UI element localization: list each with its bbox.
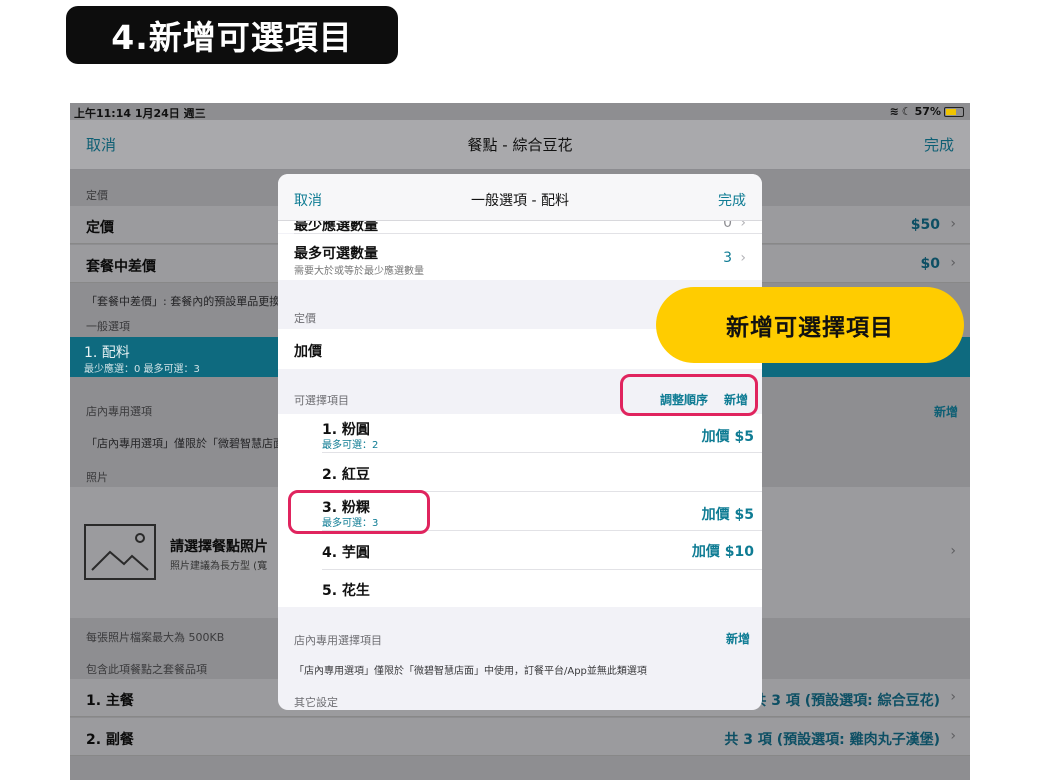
option-item[interactable]: 2. 紅豆 — [322, 453, 762, 491]
bg-store-section: 店內專用選項 — [86, 405, 152, 418]
modal-min-label: 最少應選數量 — [294, 221, 378, 233]
title-tag: 4.新增可選項目 — [66, 6, 398, 64]
bg-row-value: 共 3 項 (預設選項: 綜合豆花) — [752, 693, 940, 709]
bg-photo-section: 照片 — [86, 471, 108, 484]
chevron-right-icon: › — [950, 689, 956, 705]
option-price: 加價 $5 — [701, 507, 754, 523]
bg-store-note: 「店內專用選項」僅限於「微碧智慧店面」 — [86, 437, 295, 450]
bg-row-label: 1. 主餐 — [86, 693, 134, 709]
chevron-right-icon: › — [950, 728, 956, 744]
wifi-icon: ≋ — [889, 105, 899, 118]
modal-min-row[interactable]: 最少應選數量 0 › — [278, 221, 762, 233]
modal-options-section: 可選擇項目 — [294, 394, 349, 407]
status-right: ≋ ☾ 57% — [890, 105, 964, 118]
bg-store-add-button[interactable]: 新增 — [934, 403, 958, 420]
highlight-reorder-add — [620, 374, 758, 416]
modal-max-sub: 需要大於或等於最少應選數量 — [294, 266, 424, 277]
modal-price-label: 加價 — [294, 344, 322, 360]
options-modal: 取消 一般選項 - 配料 完成 最少應選數量 0 › 最多可選數量 需要大於或等… — [278, 174, 762, 710]
modal-price-section: 定價 — [294, 312, 316, 325]
chevron-right-icon: › — [950, 255, 956, 271]
modal-title: 一般選項 - 配料 — [471, 193, 569, 209]
option-price: 加價 $5 — [701, 429, 754, 445]
bg-row-label: 定價 — [86, 220, 114, 236]
chevron-right-icon: › — [950, 216, 956, 232]
chevron-right-icon: › — [740, 221, 746, 231]
background-nav-bar: 取消 餐點 - 綜合豆花 完成 — [70, 120, 970, 170]
bg-photo-size-note: 每張照片檔案最大為 500KB — [86, 631, 225, 644]
bg-combo-section: 包含此項餐點之套餐品項 — [86, 663, 207, 676]
bg-page-title: 餐點 - 綜合豆花 — [467, 136, 573, 154]
option-name: 4. 芋圓 — [322, 545, 370, 561]
modal-max-value: 3 — [723, 250, 732, 266]
modal-store-add-button[interactable]: 新增 — [726, 630, 750, 647]
bg-selected-option-subtitle: 最少應選：0 最多可選：3 — [84, 364, 200, 375]
option-name: 5. 花生 — [322, 583, 370, 599]
highlight-option-3 — [288, 490, 430, 534]
option-limit: 最多可選：2 — [322, 440, 379, 451]
bg-price-section: 定價 — [86, 189, 108, 202]
modal-other-section: 其它設定 — [294, 696, 338, 709]
modal-nav-bar: 取消 一般選項 - 配料 完成 — [278, 174, 762, 221]
bg-photo-title: 請選擇餐點照片 — [170, 539, 268, 555]
option-item[interactable]: 4. 芋圓 加價 $10 — [322, 531, 762, 569]
option-item[interactable]: 5. 花生 — [322, 570, 762, 607]
bg-row-label: 2. 副餐 — [86, 732, 134, 748]
bg-general-section: 一般選項 — [86, 320, 130, 333]
image-placeholder-icon — [84, 524, 156, 580]
bg-row-value: $0 — [920, 256, 940, 272]
modal-store-section: 店內專用選擇項目 — [294, 634, 382, 647]
bg-selected-option-title: 1. 配料 — [84, 345, 130, 361]
option-name: 2. 紅豆 — [322, 467, 370, 483]
option-item[interactable]: 1. 粉圓 最多可選：2 加價 $5 — [322, 414, 762, 452]
ipad-screen: 上午11:14 1月24日 週三 ≋ ☾ 57% 取消 餐點 - 綜合豆花 完成… — [70, 103, 970, 780]
status-bar: 上午11:14 1月24日 週三 ≋ ☾ 57% — [70, 103, 970, 120]
modal-store-note: 「店內專用選項」僅限於「微碧智慧店面」中使用，訂餐平台/App並無此類選項 — [294, 666, 647, 677]
modal-min-value: 0 — [723, 221, 732, 231]
bg-row-value: 共 3 項 (預設選項: 雞肉丸子漢堡) — [724, 732, 940, 748]
modal-done-button[interactable]: 完成 — [718, 190, 746, 210]
battery-percent: 57% — [914, 105, 941, 118]
bg-row-label: 套餐中差價 — [86, 259, 156, 275]
chevron-right-icon: › — [950, 543, 956, 559]
battery-icon — [944, 106, 964, 117]
bg-done-button[interactable]: 完成 — [924, 134, 954, 155]
callout-add-option: 新增可選擇項目 — [656, 287, 964, 363]
modal-max-row[interactable]: 最多可選數量 需要大於或等於最少應選數量 3 › — [278, 234, 762, 280]
bg-photo-hint: 照片建議為長方型 (寬 — [170, 561, 268, 572]
bg-row-value: $50 — [910, 217, 940, 233]
modal-max-label: 最多可選數量 — [294, 246, 378, 262]
option-price: 加價 $10 — [691, 544, 754, 560]
moon-icon: ☾ — [901, 105, 912, 118]
chevron-right-icon: › — [740, 250, 746, 266]
bg-combo-note: 「套餐中差價」: 套餐內的預設單品更換為 — [86, 295, 292, 308]
bg-combo-row-side[interactable]: 2. 副餐 共 3 項 (預設選項: 雞肉丸子漢堡) › — [70, 718, 970, 756]
status-time: 上午11:14 1月24日 週三 — [74, 107, 206, 120]
